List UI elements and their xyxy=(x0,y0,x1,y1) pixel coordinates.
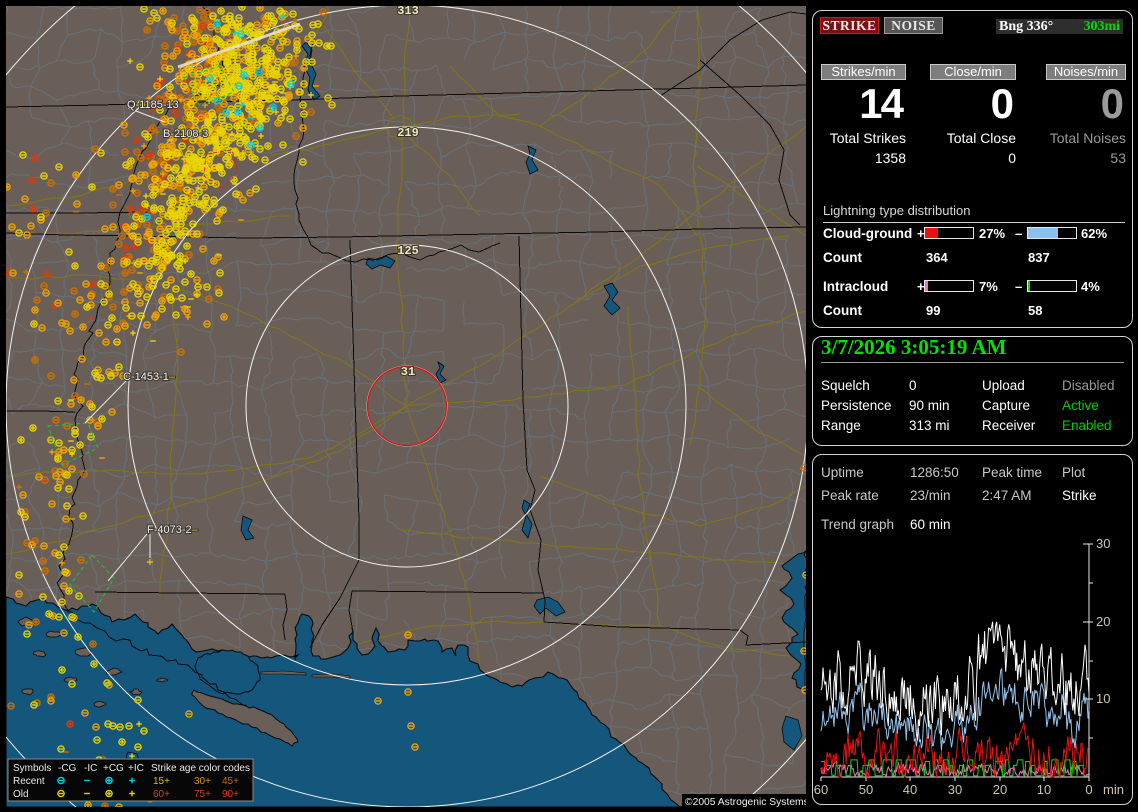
svg-text:©2005 Astrogenic Systems: ©2005 Astrogenic Systems xyxy=(685,797,806,807)
svg-text:40: 40 xyxy=(903,782,917,797)
svg-text:Q-1185-13: Q-1185-13 xyxy=(127,99,179,111)
svg-text:15+30+45+: 15+ 30+ 45+ xyxy=(153,776,239,787)
svg-text:125: 125 xyxy=(397,244,419,258)
svg-text:min: min xyxy=(1103,782,1124,797)
svg-text:10: 10 xyxy=(1096,691,1110,706)
svg-text:30: 30 xyxy=(1096,536,1110,551)
svg-text:F-4073-2–: F-4073-2– xyxy=(147,524,199,536)
svg-text:20: 20 xyxy=(993,782,1007,797)
svg-text:0: 0 xyxy=(1085,782,1092,797)
svg-text:Old: Old xyxy=(13,789,29,800)
svg-text:Recent: Recent xyxy=(13,776,45,787)
svg-text:31: 31 xyxy=(401,365,415,379)
svg-text:60+75+90+: 60+ 75+ 90+ xyxy=(153,789,239,800)
svg-text:C-1453-1–: C-1453-1– xyxy=(123,371,176,383)
svg-text:Symbols-CG-IC+CG+ICStrike age: Symbols -CG -IC +CG +IC Strike age color code… xyxy=(13,763,250,774)
svg-text:219: 219 xyxy=(397,126,419,140)
svg-text:30: 30 xyxy=(948,782,962,797)
svg-text:50: 50 xyxy=(859,782,873,797)
svg-text:10: 10 xyxy=(1037,782,1051,797)
svg-text:B-2108-3: B-2108-3 xyxy=(163,128,208,140)
svg-text:20: 20 xyxy=(1096,614,1110,629)
svg-text:60: 60 xyxy=(814,782,828,797)
svg-text:313: 313 xyxy=(397,6,419,18)
